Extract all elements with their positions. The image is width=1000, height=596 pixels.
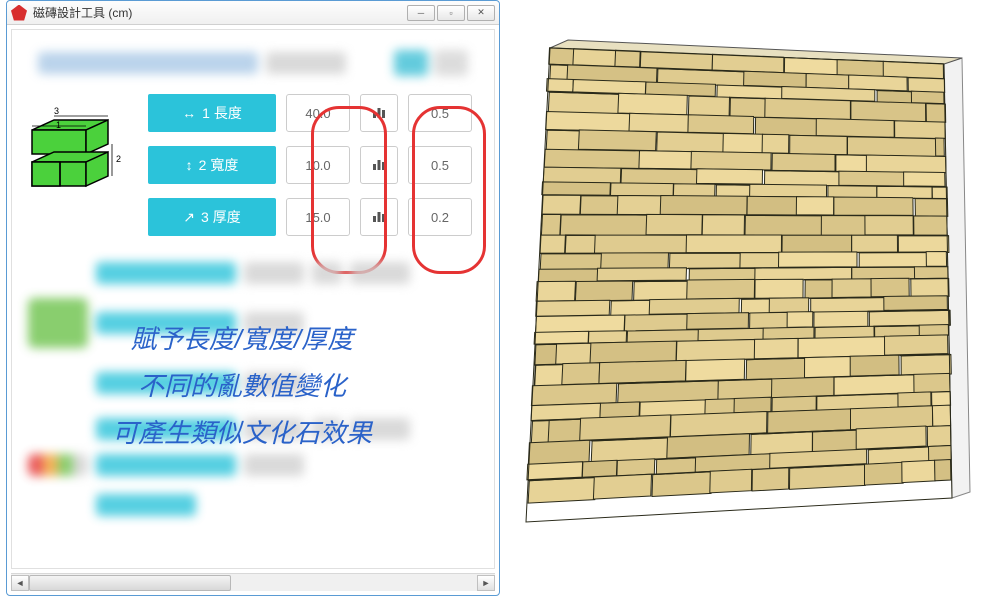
blur-pill	[244, 262, 304, 284]
param-row-length: ↔ 1 長度	[148, 94, 480, 132]
arrow-diagonal-icon: ↗	[183, 209, 195, 226]
blur-pill	[244, 372, 304, 394]
svg-text:3: 3	[54, 106, 59, 116]
blur-pill	[96, 372, 236, 394]
length-variance-icon[interactable]	[360, 94, 398, 132]
arrow-vertical-icon: ↕	[186, 157, 193, 173]
thickness-label-button[interactable]: ↗ 3 厚度	[148, 198, 276, 236]
stone-wall-preview	[514, 22, 984, 572]
width-label: 2 寬度	[199, 155, 239, 175]
tile-design-tool-window: 磁磚設計工具 (cm) ─ ▫ ✕	[6, 0, 500, 596]
material-swatch-multi	[28, 454, 88, 476]
scroll-thumb[interactable]	[29, 575, 231, 591]
scroll-left-button[interactable]: ◄	[11, 575, 29, 591]
blur-row-1	[28, 262, 478, 284]
close-button[interactable]: ✕	[467, 5, 495, 21]
minimize-button[interactable]: ─	[407, 5, 435, 21]
header-title-blur	[38, 52, 258, 74]
thickness-variance-icon[interactable]	[360, 198, 398, 236]
titlebar: 磁磚設計工具 (cm) ─ ▫ ✕	[7, 1, 499, 25]
scroll-right-button[interactable]: ►	[477, 575, 495, 591]
blur-row-5	[28, 454, 478, 476]
3d-viewport[interactable]	[500, 0, 1000, 596]
blur-pill	[244, 454, 304, 476]
sketchup-icon	[11, 5, 27, 21]
bars-icon	[372, 158, 386, 173]
length-variance-input[interactable]	[408, 94, 472, 132]
blur-row-2	[28, 298, 478, 348]
width-variance-icon[interactable]	[360, 146, 398, 184]
header-action-2[interactable]	[434, 50, 468, 76]
blur-row-6	[28, 494, 478, 516]
arrow-horizontal-icon: ↔	[182, 105, 196, 121]
horizontal-scrollbar[interactable]: ◄ ►	[11, 573, 495, 591]
bars-icon	[372, 106, 386, 121]
param-row-width: ↕ 2 寬度	[148, 146, 480, 184]
blur-pill	[96, 418, 236, 440]
brick-dimension-diagram: 3 1 2	[26, 98, 136, 208]
window-title: 磁磚設計工具 (cm)	[33, 4, 407, 21]
length-label: 1 長度	[202, 103, 242, 123]
panel-body: 3 1 2 ↔ 1 長度	[11, 29, 495, 569]
svg-text:2: 2	[116, 154, 121, 164]
length-value-input[interactable]	[286, 94, 350, 132]
blur-row-4	[28, 418, 478, 440]
blur-pill	[96, 454, 236, 476]
header-action-1[interactable]	[394, 50, 428, 76]
blur-pill	[96, 312, 236, 334]
dimension-params: 3 1 2 ↔ 1 長度	[26, 94, 480, 250]
blur-row-3	[28, 372, 478, 394]
thickness-value-input[interactable]	[286, 198, 350, 236]
maximize-button[interactable]: ▫	[437, 5, 465, 21]
svg-text:1: 1	[56, 120, 61, 130]
blur-pill	[350, 418, 410, 440]
material-swatch-green	[28, 298, 88, 348]
thickness-label: 3 厚度	[201, 207, 241, 227]
thickness-variance-input[interactable]	[408, 198, 472, 236]
scroll-track[interactable]	[29, 575, 477, 591]
header-field-blur	[266, 52, 346, 74]
width-variance-input[interactable]	[408, 146, 472, 184]
length-label-button[interactable]: ↔ 1 長度	[148, 94, 276, 132]
blur-pill	[244, 418, 304, 440]
blur-pill	[312, 418, 342, 440]
width-label-button[interactable]: ↕ 2 寬度	[148, 146, 276, 184]
width-value-input[interactable]	[286, 146, 350, 184]
blur-pill	[312, 262, 342, 284]
blur-pill	[244, 312, 304, 334]
blur-pill	[350, 262, 410, 284]
header-row	[38, 50, 468, 76]
blur-pill	[96, 262, 236, 284]
blur-pill	[96, 494, 196, 516]
param-row-thickness: ↗ 3 厚度	[148, 198, 480, 236]
bars-icon	[372, 210, 386, 225]
